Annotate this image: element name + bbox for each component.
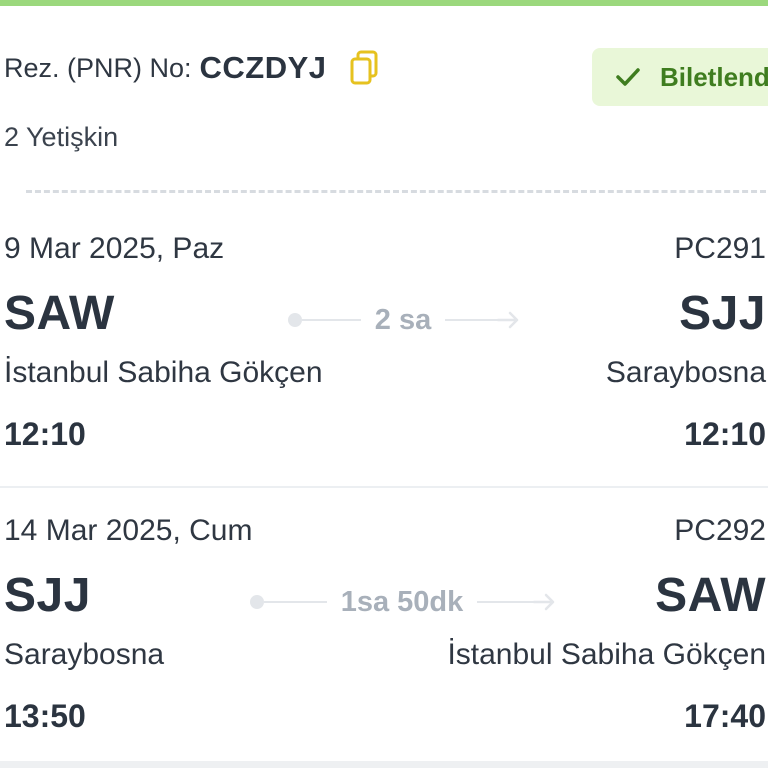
flight-number: PC291 <box>674 232 766 265</box>
passenger-count: 2 Yetişkin <box>4 122 119 152</box>
route-line <box>477 601 541 603</box>
pnr-value: CCZDYJ <box>199 50 327 85</box>
flight-number: PC292 <box>674 514 766 547</box>
flight-leg-outbound[interactable]: 9 Mar 2025, Paz PC291 SAW 2 sa SJJ İstan… <box>0 232 768 462</box>
departure-city: İstanbul Sabiha Gökçen <box>4 356 323 389</box>
leg-date: 14 Mar 2025, Cum <box>4 514 253 547</box>
pnr-label: Rez. (PNR) No: <box>4 52 192 83</box>
arrival-airport-code: SAW <box>655 569 766 622</box>
pnr-row: Rez. (PNR) No: CCZDYJ <box>4 50 379 86</box>
arrival-time: 12:10 <box>684 416 766 452</box>
route-line <box>445 319 505 321</box>
route-line <box>302 319 361 321</box>
leg-date: 9 Mar 2025, Paz <box>4 232 225 265</box>
departure-airport-code: SAW <box>4 287 115 340</box>
dashed-divider <box>26 190 766 193</box>
route-indicator: 2 sa <box>288 300 520 340</box>
check-icon <box>616 68 640 86</box>
arrival-city: İstanbul Sabiha Gökçen <box>447 638 766 671</box>
arrival-airport-code: SJJ <box>679 287 766 340</box>
route-line <box>264 601 327 603</box>
arrival-city: Saraybosna <box>605 356 766 389</box>
departure-airport-code: SJJ <box>4 569 91 622</box>
departure-city: Saraybosna <box>4 638 165 671</box>
arrival-time: 17:40 <box>684 698 766 734</box>
route-indicator: 1sa 50dk <box>250 582 556 622</box>
route-start-dot <box>288 313 302 327</box>
departure-time: 13:50 <box>4 698 86 734</box>
flight-duration: 2 sa <box>374 303 432 336</box>
flight-duration: 1sa 50dk <box>340 585 464 618</box>
status-badge: Biletlend <box>592 48 768 106</box>
route-start-dot <box>250 595 264 609</box>
booking-card: Rez. (PNR) No: CCZDYJ Biletlend 2 Yetişk… <box>0 0 768 761</box>
flight-leg-return[interactable]: 14 Mar 2025, Cum PC292 SJJ 1sa 50dk SAW … <box>0 514 768 744</box>
leg-divider <box>0 486 768 488</box>
departure-time: 12:10 <box>4 416 86 452</box>
copy-icon[interactable] <box>349 50 379 86</box>
status-text: Biletlend <box>660 61 768 92</box>
